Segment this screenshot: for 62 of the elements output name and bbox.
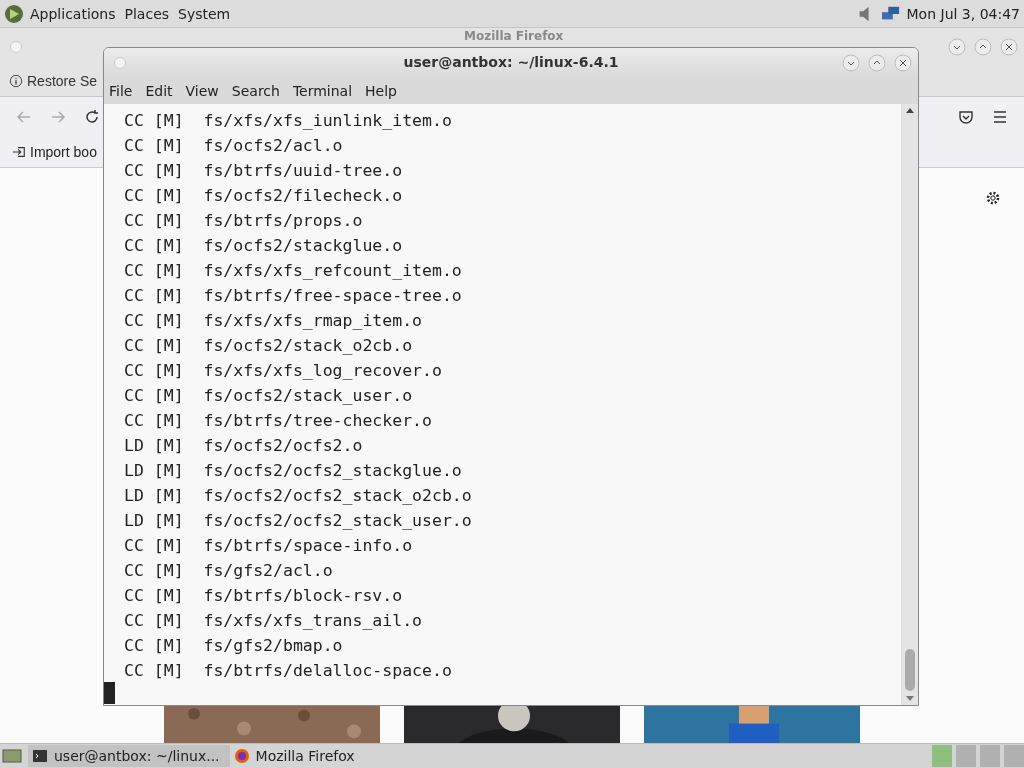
terminal-line: CC [M] fs/btrfs/free-space-tree.o xyxy=(124,285,463,307)
clock[interactable]: Mon Jul 3, 04:47 xyxy=(906,5,1020,22)
window-menu-icon[interactable] xyxy=(10,41,22,53)
text-cursor xyxy=(104,682,115,704)
terminal-line: CC [M] fs/btrfs/space-info.o xyxy=(124,535,414,557)
terminal-line: CC [M] fs/xfs/xfs_rmap_item.o xyxy=(124,310,423,332)
terminal-line: CC [M] fs/ocfs2/filecheck.o xyxy=(124,185,404,207)
menu-item[interactable]: View xyxy=(185,82,219,99)
import-icon xyxy=(12,145,26,159)
terminal-line: CC [M] fs/xfs/xfs_iunlink_item.o xyxy=(124,110,453,132)
menu-item[interactable]: Edit xyxy=(145,82,173,99)
terminal-line: LD [M] fs/ocfs2/ocfs2_stackglue.o xyxy=(124,460,463,482)
menu-item[interactable]: File xyxy=(109,82,133,99)
terminal-line: CC [M] fs/btrfs/block-rsv.o xyxy=(124,585,404,607)
menu-item[interactable]: Search xyxy=(231,82,280,99)
close-button[interactable] xyxy=(1000,38,1018,56)
terminal-icon xyxy=(32,748,48,764)
terminal-line: CC [M] fs/btrfs/delalloc-space.o xyxy=(124,660,453,682)
desktop-icon[interactable] xyxy=(2,748,22,764)
restore-session-text: Restore Se xyxy=(27,73,98,89)
terminal-line: CC [M] fs/ocfs2/acl.o xyxy=(124,135,344,157)
terminal-line: CC [M] fs/btrfs/props.o xyxy=(124,210,364,232)
terminal-line: CC [M] fs/xfs/xfs_refcount_item.o xyxy=(124,260,463,282)
panel-menu[interactable]: Places xyxy=(124,5,170,22)
terminal-line: CC [M] fs/ocfs2/stack_user.o xyxy=(124,385,414,407)
terminal-line: LD [M] fs/ocfs2/ocfs2.o xyxy=(124,435,364,457)
terminal-line: CC [M] fs/xfs/xfs_log_recover.o xyxy=(124,360,443,382)
scrollbar-thumb[interactable] xyxy=(905,649,915,691)
terminal-line: CC [M] fs/btrfs/uuid-tree.o xyxy=(124,160,404,182)
back-icon[interactable] xyxy=(16,109,32,125)
menu-icon[interactable] xyxy=(992,109,1008,125)
maximize-button[interactable] xyxy=(868,53,886,72)
taskbar-button[interactable]: user@antbox: ~/linux... xyxy=(28,745,230,767)
terminal-line: CC [M] fs/ocfs2/stack_o2cb.o xyxy=(124,335,414,357)
logo-icon[interactable] xyxy=(4,3,24,24)
window-title: Mozilla Firefox xyxy=(464,29,564,43)
settings-icon[interactable] xyxy=(985,190,1001,206)
pocket-icon[interactable] xyxy=(958,109,974,125)
minimize-button[interactable] xyxy=(948,38,966,56)
terminal-line: CC [M] fs/btrfs/tree-checker.o xyxy=(124,410,433,432)
terminal-line: CC [M] fs/xfs/xfs_trans_ail.o xyxy=(124,610,423,632)
scrollbar[interactable] xyxy=(901,104,918,705)
browser-icon xyxy=(233,748,250,764)
window-menu-icon[interactable] xyxy=(114,56,126,69)
terminal-line: LD [M] fs/ocfs2/ocfs2_stack_o2cb.o xyxy=(124,485,473,507)
minimize-button[interactable] xyxy=(842,53,860,72)
info-icon xyxy=(9,74,23,88)
forward-icon[interactable] xyxy=(50,109,66,125)
terminal-line: CC [M] fs/ocfs2/stackglue.o xyxy=(124,235,404,257)
close-button[interactable] xyxy=(894,53,912,72)
menu-item[interactable]: Terminal xyxy=(292,82,353,99)
maximize-button[interactable] xyxy=(974,38,992,56)
reload-icon[interactable] xyxy=(84,109,100,125)
taskbar-button[interactable]: Mozilla Firefox xyxy=(229,745,365,767)
panel-menu[interactable]: Applications xyxy=(30,5,116,22)
menu-item[interactable]: Help xyxy=(365,82,397,99)
panel-menu[interactable]: System xyxy=(178,5,231,22)
terminal-line: CC [M] fs/gfs2/acl.o xyxy=(124,560,334,582)
terminal-line: CC [M] fs/gfs2/bmap.o xyxy=(124,635,344,657)
import-bookmarks-link[interactable]: Import boo xyxy=(30,144,97,160)
terminal-line: LD [M] fs/ocfs2/ocfs2_stack_user.o xyxy=(124,510,473,532)
window-title: user@antbox: ~/linux-6.4.1 xyxy=(403,54,619,70)
